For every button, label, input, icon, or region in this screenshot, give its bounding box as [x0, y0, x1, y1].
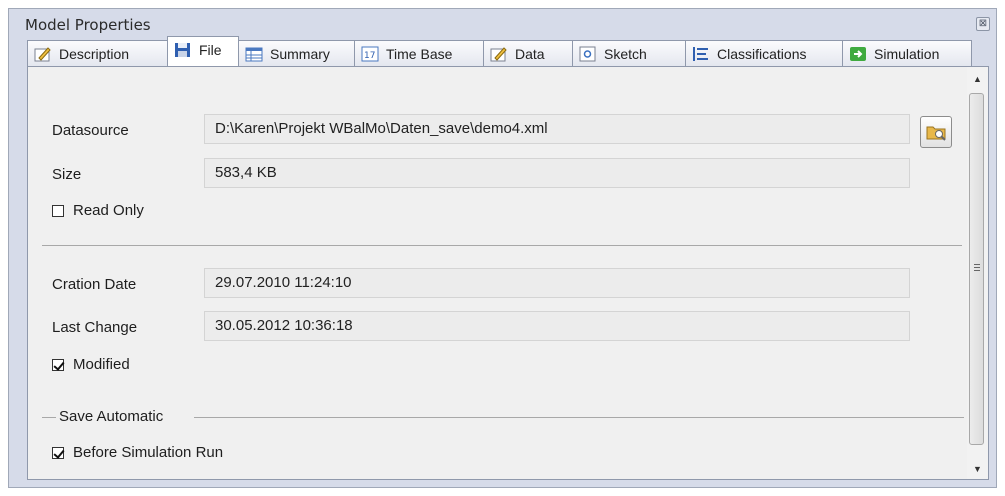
- creation-date-field[interactable]: 29.07.2010 11:24:10: [204, 268, 910, 298]
- tab-sketch[interactable]: Sketch: [572, 40, 686, 66]
- read-only-label: Read Only: [73, 202, 144, 219]
- modified-label: Modified: [73, 356, 130, 373]
- size-label: Size: [52, 166, 82, 183]
- before-simulation-run-checkbox[interactable]: [52, 447, 64, 459]
- calendar-icon: 17: [361, 46, 379, 62]
- edit-data-icon: [490, 46, 508, 62]
- title-bar: Model Properties ⊠: [9, 9, 996, 37]
- summary-table-icon: [245, 46, 263, 62]
- tab-time-base[interactable]: 17 Time Base: [354, 40, 484, 66]
- tab-description[interactable]: Description: [27, 40, 168, 66]
- save-automatic-group-label: Save Automatic: [59, 408, 164, 425]
- grip-icon: [974, 264, 980, 271]
- run-simulation-icon: [849, 46, 867, 62]
- before-simulation-run-label: Before Simulation Run: [73, 444, 224, 461]
- tab-label: Description: [59, 45, 130, 62]
- vertical-scrollbar[interactable]: ▲ ▼: [967, 67, 988, 479]
- browse-folder-button[interactable]: [920, 116, 952, 148]
- scroll-up-arrow-icon[interactable]: ▲: [967, 69, 988, 89]
- tab-strip: Description File Summary 17 Time Base Da…: [27, 36, 992, 66]
- model-properties-window: Model Properties ⊠ Description File Summ…: [8, 8, 997, 488]
- save-disk-icon: [174, 42, 192, 58]
- group-border-left: [42, 417, 56, 418]
- tab-label: File: [199, 41, 222, 58]
- section-divider: [42, 245, 962, 246]
- datasource-field[interactable]: D:\Karen\Projekt WBalMo\Daten_save\demo4…: [204, 114, 910, 144]
- close-icon[interactable]: ⊠: [976, 17, 990, 31]
- edit-icon: [34, 46, 52, 62]
- modified-checkbox[interactable]: [52, 359, 64, 371]
- tab-label: Summary: [270, 45, 330, 62]
- tab-label: Classifications: [717, 45, 807, 62]
- scroll-down-arrow-icon[interactable]: ▼: [967, 459, 988, 479]
- tab-file[interactable]: File: [167, 36, 239, 66]
- window-title: Model Properties: [25, 16, 151, 34]
- tab-label: Time Base: [386, 45, 453, 62]
- tab-summary[interactable]: Summary: [238, 40, 355, 66]
- group-border-right: [194, 417, 964, 418]
- tab-label: Sketch: [604, 45, 647, 62]
- tab-classifications[interactable]: Classifications: [685, 40, 843, 66]
- last-change-field[interactable]: 30.05.2012 10:36:18: [204, 311, 910, 341]
- svg-text:17: 17: [364, 51, 375, 61]
- sketch-icon: [579, 46, 597, 62]
- classification-icon: [692, 46, 710, 62]
- tab-label: Data: [515, 45, 545, 62]
- tab-data[interactable]: Data: [483, 40, 573, 66]
- creation-date-label: Cration Date: [52, 276, 137, 293]
- open-folder-icon: [926, 126, 946, 141]
- tab-simulation[interactable]: Simulation: [842, 40, 972, 66]
- read-only-checkbox[interactable]: [52, 205, 64, 217]
- scrollbar-thumb[interactable]: [969, 93, 984, 445]
- tab-label: Simulation: [874, 45, 940, 62]
- size-field[interactable]: 583,4 KB: [204, 158, 910, 188]
- datasource-label: Datasource: [52, 122, 129, 139]
- last-change-label: Last Change: [52, 319, 138, 336]
- file-tab-panel: Datasource D:\Karen\Projekt WBalMo\Daten…: [27, 66, 989, 480]
